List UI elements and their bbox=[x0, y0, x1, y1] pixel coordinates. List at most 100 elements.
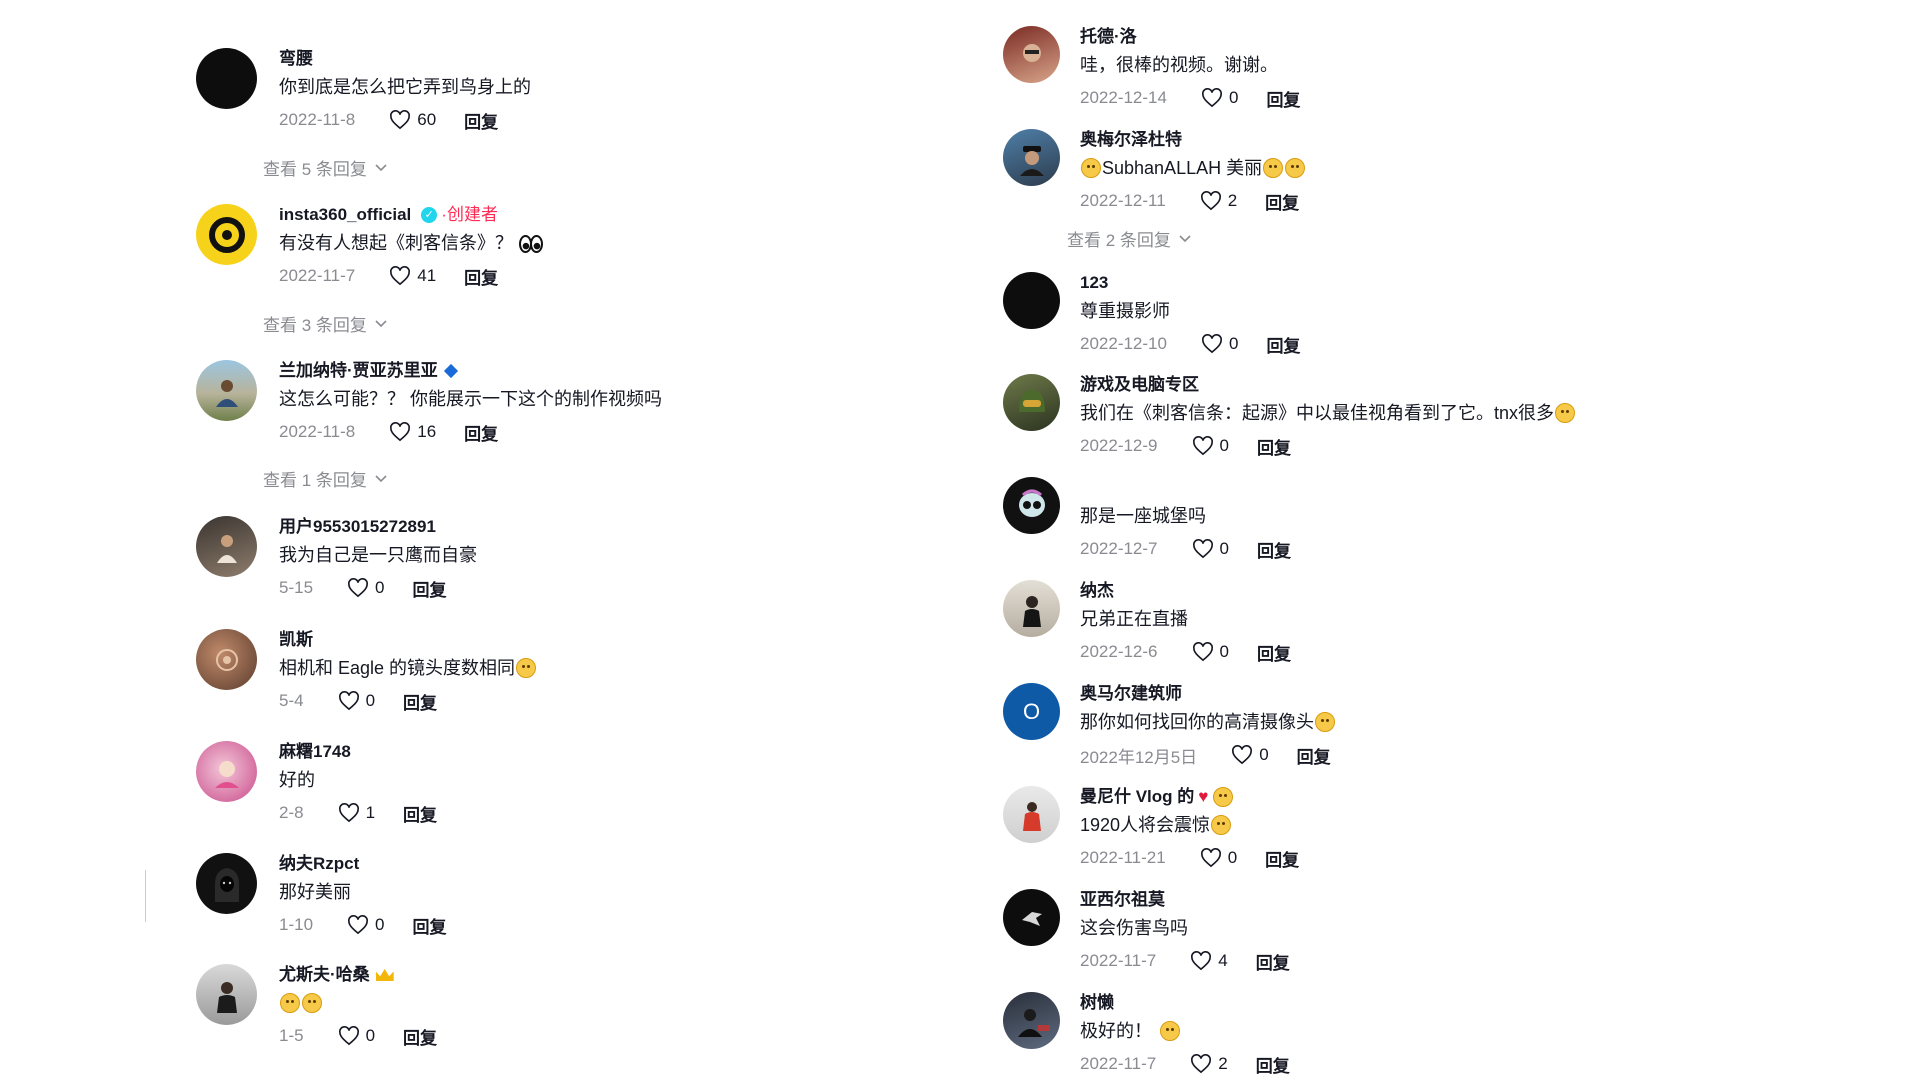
like-count: 0 bbox=[1219, 642, 1229, 661]
like-button[interactable]: 41 bbox=[389, 266, 436, 286]
like-button[interactable]: 60 bbox=[389, 110, 436, 130]
like-count: 2 bbox=[1218, 1054, 1228, 1073]
like-button[interactable]: 0 bbox=[1192, 436, 1229, 456]
comment-username[interactable]: 尤斯夫·哈桑 bbox=[279, 964, 976, 986]
reply-button[interactable]: 回复 bbox=[1297, 743, 1331, 768]
view-replies-button[interactable]: 查看 3 条回复 bbox=[263, 311, 387, 336]
like-button[interactable]: 0 bbox=[1201, 88, 1238, 108]
comment-date: 2022-12-6 bbox=[1080, 642, 1158, 661]
avatar-letter: O bbox=[1022, 698, 1041, 724]
comment-username[interactable]: 托德·洛 bbox=[1080, 26, 1783, 48]
comment-username[interactable]: 用户9553015272891 bbox=[279, 516, 976, 538]
comment-username[interactable]: 游戏及电脑专区 bbox=[1080, 374, 1783, 396]
comment-username[interactable]: 兰加纳特·贾亚苏里亚 bbox=[279, 360, 976, 382]
comment-username[interactable]: 树懒 bbox=[1080, 992, 1783, 1014]
comment-username[interactable]: 麻糬1748 bbox=[279, 741, 976, 763]
like-button[interactable]: 0 bbox=[1231, 745, 1269, 765]
reply-button[interactable]: 回复 bbox=[403, 1024, 437, 1049]
reply-button[interactable]: 回复 bbox=[464, 108, 498, 133]
reply-button[interactable]: 回复 bbox=[413, 576, 447, 601]
reply-button[interactable]: 回复 bbox=[1266, 332, 1300, 357]
reply-button[interactable]: 回复 bbox=[464, 264, 498, 289]
hooded-figure-icon bbox=[214, 867, 239, 902]
comment-username[interactable]: 纳杰 bbox=[1080, 580, 1783, 602]
avatar[interactable] bbox=[1003, 129, 1060, 186]
comment-username[interactable]: 奥马尔建筑师 bbox=[1080, 683, 1783, 705]
avatar[interactable] bbox=[196, 741, 257, 802]
comment-username[interactable]: 奥梅尔泽杜特 bbox=[1080, 129, 1783, 151]
like-button[interactable]: 2 bbox=[1190, 1054, 1228, 1074]
comment-username[interactable]: 曼尼什 Vlog 的 ♥ bbox=[1080, 786, 1783, 808]
comment-date: 2022-11-21 bbox=[1080, 848, 1166, 867]
like-button[interactable]: 16 bbox=[389, 422, 436, 442]
heart-icon bbox=[1192, 436, 1213, 456]
reply-button[interactable]: 回复 bbox=[413, 913, 447, 938]
reply-button[interactable]: 回复 bbox=[1257, 434, 1291, 459]
like-count: 0 bbox=[1219, 539, 1229, 558]
avatar[interactable] bbox=[196, 629, 257, 690]
comment-username[interactable]: 亚西尔祖莫 bbox=[1080, 889, 1783, 911]
comment-date: 1-10 bbox=[279, 915, 314, 934]
avatar[interactable]: O bbox=[1003, 683, 1060, 740]
view-replies-button[interactable]: 查看 2 条回复 bbox=[1067, 226, 1191, 251]
avatar[interactable] bbox=[1003, 374, 1060, 431]
like-button[interactable]: 4 bbox=[1190, 951, 1228, 971]
heart-icon bbox=[1191, 951, 1212, 971]
reply-button[interactable]: 回复 bbox=[1265, 189, 1299, 214]
comment-username[interactable] bbox=[1080, 477, 1783, 499]
avatar[interactable] bbox=[1003, 580, 1060, 637]
like-button[interactable]: 1 bbox=[338, 803, 375, 823]
reply-button[interactable]: 回复 bbox=[403, 801, 437, 826]
comment-username[interactable]: 纳夫Rzpct bbox=[279, 853, 976, 875]
avatar[interactable] bbox=[1003, 992, 1060, 1049]
avatar[interactable] bbox=[1003, 786, 1060, 843]
person-photo-icon bbox=[1017, 1008, 1050, 1037]
view-replies-button[interactable]: 查看 5 条回复 bbox=[263, 155, 387, 180]
reply-button[interactable]: 回复 bbox=[1256, 949, 1290, 974]
reply-button[interactable]: 回复 bbox=[1257, 537, 1291, 562]
like-count: 1 bbox=[365, 803, 376, 822]
like-button[interactable]: 0 bbox=[1192, 642, 1229, 662]
like-button[interactable]: 0 bbox=[1192, 539, 1229, 559]
comment-item: 兰加纳特·贾亚苏里亚 这怎么可能？？ 你能展示一下这个的制作视频吗 2022-1… bbox=[196, 360, 976, 472]
comment-username[interactable]: 弯腰 bbox=[279, 48, 976, 70]
like-button[interactable]: 0 bbox=[347, 578, 385, 598]
comment-username[interactable]: 凯斯 bbox=[279, 629, 976, 651]
heart-icon bbox=[390, 422, 411, 442]
avatar[interactable] bbox=[1003, 272, 1060, 329]
reply-button[interactable]: 回复 bbox=[1256, 1052, 1290, 1077]
like-button[interactable]: 0 bbox=[1200, 848, 1237, 868]
comments-page: 弯腰 你到底是怎么把它弄到鸟身上的 2022-11-8 60 回复 查看 5 条… bbox=[0, 0, 1920, 1080]
avatar[interactable] bbox=[196, 360, 257, 421]
avatar[interactable] bbox=[196, 204, 257, 265]
like-button[interactable]: 0 bbox=[338, 1026, 375, 1046]
avatar[interactable] bbox=[196, 516, 257, 577]
avatar[interactable] bbox=[196, 48, 257, 109]
comment-item: 尤斯夫·哈桑 1-5 0 回复 bbox=[196, 964, 976, 1076]
comment-text: 相机和 Eagle 的镜头度数相同 bbox=[279, 655, 976, 681]
like-button[interactable]: 0 bbox=[1201, 334, 1238, 354]
reply-button[interactable]: 回复 bbox=[464, 420, 498, 445]
like-button[interactable]: 0 bbox=[338, 691, 375, 711]
reply-button[interactable]: 回复 bbox=[403, 689, 437, 714]
comment-username[interactable]: 123 bbox=[1080, 272, 1783, 294]
person-photo-icon bbox=[1022, 801, 1041, 831]
avatar[interactable] bbox=[196, 853, 257, 914]
like-button[interactable]: 2 bbox=[1200, 191, 1237, 211]
comment-text: 你到底是怎么把它弄到鸟身上的 bbox=[279, 77, 531, 97]
view-replies-button[interactable]: 查看 1 条回复 bbox=[263, 466, 387, 491]
comment-date: 2-8 bbox=[279, 803, 304, 822]
reply-button[interactable]: 回复 bbox=[1257, 640, 1291, 665]
avatar[interactable] bbox=[196, 964, 257, 1025]
comment-date: 2022-12-9 bbox=[1080, 436, 1158, 455]
reply-button[interactable]: 回复 bbox=[1265, 846, 1299, 871]
like-button[interactable]: 0 bbox=[347, 915, 385, 935]
heart-icon bbox=[338, 1026, 359, 1046]
avatar[interactable] bbox=[1003, 889, 1060, 946]
reply-button[interactable]: 回复 bbox=[1266, 86, 1300, 111]
comment-username[interactable]: insta360_official ✓ ·创建者 bbox=[279, 204, 976, 226]
avatar[interactable] bbox=[1003, 26, 1060, 83]
like-count: 0 bbox=[1259, 745, 1269, 764]
avatar[interactable] bbox=[1003, 477, 1060, 534]
like-count: 0 bbox=[1228, 88, 1239, 107]
